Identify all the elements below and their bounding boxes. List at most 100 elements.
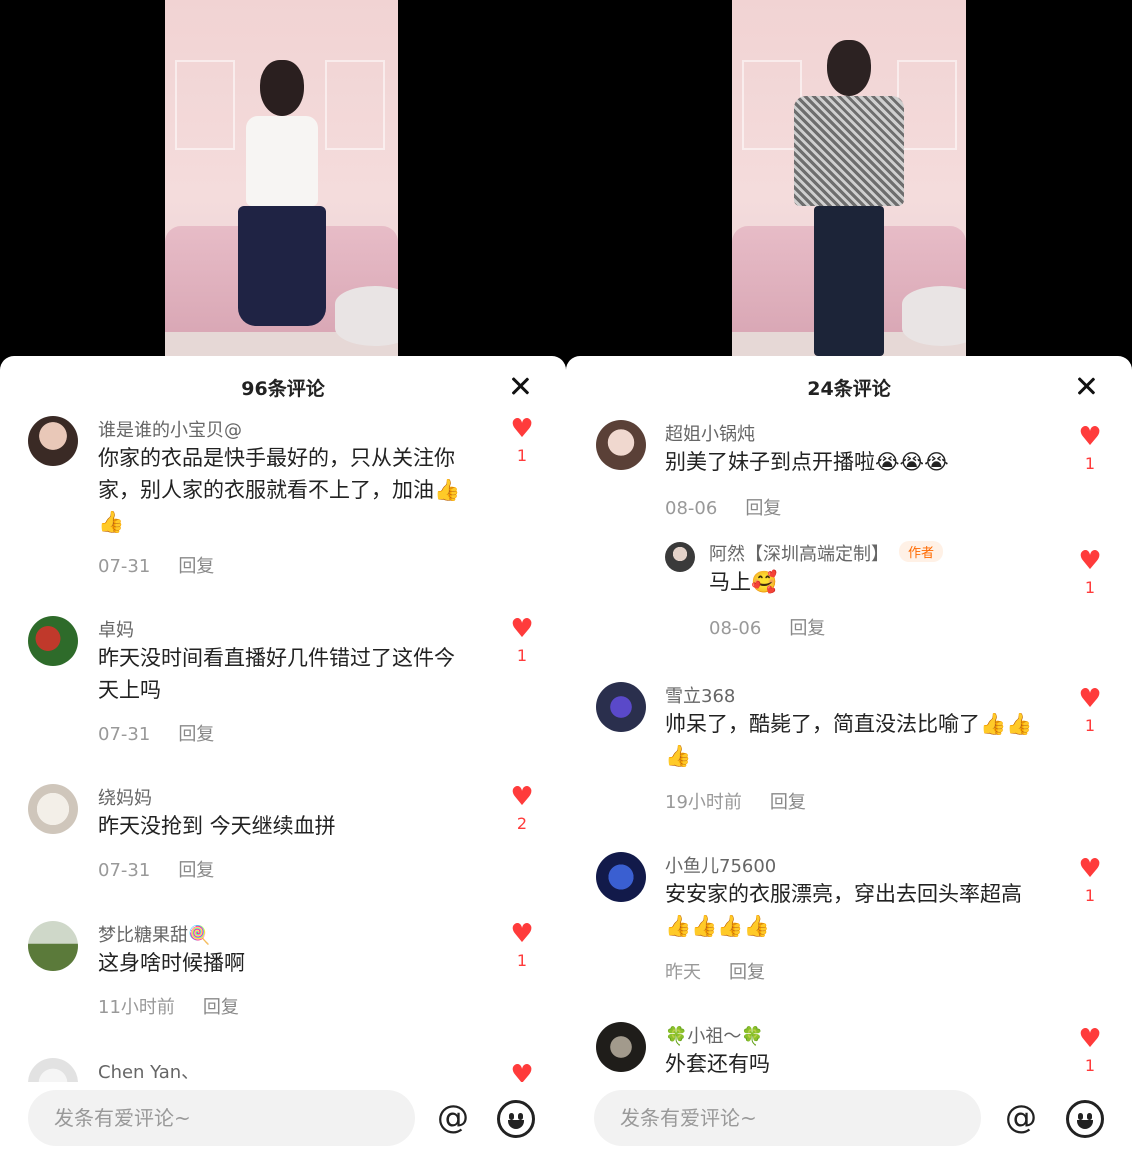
like-button[interactable]: ♥ 1 bbox=[507, 416, 537, 465]
comments-list[interactable]: 谁是谁的小宝贝@ 你家的衣品是快手最好的，只从关注你家，别人家的衣服就看不上了，… bbox=[0, 406, 566, 1082]
comment-author[interactable]: 🍀小祖～🍀 bbox=[665, 1022, 764, 1048]
like-button[interactable]: ♥ 1 bbox=[1075, 856, 1105, 905]
reply-item: 阿然【深圳高端定制】 作者 马上🥰 08-06 回复 ♥ 1 bbox=[566, 540, 1132, 650]
smiley-mouth bbox=[508, 1120, 524, 1129]
avatar[interactable] bbox=[28, 921, 78, 971]
left-screen: 96条评论 谁是谁的小宝贝@ 你家的衣品是快手最好的，只从关注你家，别人家的衣服… bbox=[0, 0, 566, 1164]
heart-icon[interactable]: ♥ bbox=[510, 414, 533, 444]
reply-button[interactable]: 回复 bbox=[745, 498, 781, 519]
model-head bbox=[827, 40, 871, 96]
like-button[interactable]: ♥ 1 bbox=[507, 921, 537, 970]
reply-button[interactable]: 回复 bbox=[789, 618, 825, 639]
comment-item: 超姐小锅炖 别美了妹子到点开播啦😭😭😭 08-06 回复 ♥ 1 bbox=[566, 420, 1132, 530]
comment-input[interactable]: 发条有爱评论~ bbox=[594, 1090, 981, 1146]
comment-item: 小鱼儿75600 安安家的衣服漂亮，穿出去回头率超高👍👍👍👍 昨天 回复 ♥ 1 bbox=[566, 852, 1132, 992]
comment-meta: 07-31 回复 bbox=[98, 720, 214, 746]
heart-icon[interactable]: ♥ bbox=[1078, 546, 1101, 576]
comment-text: 昨天没抢到 今天继续血拼 bbox=[98, 814, 336, 838]
heart-icon[interactable]: ♥ bbox=[1078, 684, 1101, 714]
comment-item: Chen Yan、 ♥ bbox=[0, 1058, 566, 1082]
like-count: 1 bbox=[516, 951, 528, 970]
model-figure bbox=[237, 60, 327, 326]
comments-count-title: 96条评论 bbox=[241, 378, 325, 400]
comment-author[interactable]: 梦比糖果甜🍭 bbox=[98, 921, 210, 947]
like-count: 2 bbox=[516, 814, 528, 833]
avatar[interactable] bbox=[28, 416, 78, 466]
like-count: 1 bbox=[1084, 886, 1096, 905]
reply-button[interactable]: 回复 bbox=[178, 556, 214, 577]
comment-item: 谁是谁的小宝贝@ 你家的衣品是快手最好的，只从关注你家，别人家的衣服就看不上了，… bbox=[0, 416, 566, 596]
avatar[interactable] bbox=[596, 1022, 646, 1072]
like-count: 1 bbox=[1084, 578, 1096, 597]
close-icon[interactable] bbox=[508, 374, 532, 398]
comment-input-bar: 发条有爱评论~ @ bbox=[566, 1082, 1132, 1164]
avatar[interactable] bbox=[596, 682, 646, 732]
close-icon[interactable] bbox=[1074, 374, 1098, 398]
comments-sheet: 96条评论 谁是谁的小宝贝@ 你家的衣品是快手最好的，只从关注你家，别人家的衣服… bbox=[0, 356, 566, 1164]
comment-date: 08-06 bbox=[709, 618, 762, 639]
smiley-icon[interactable] bbox=[1066, 1100, 1104, 1138]
model-figure bbox=[794, 40, 904, 356]
comment-meta: 07-31 回复 bbox=[98, 856, 214, 882]
like-button[interactable]: ♥ 1 bbox=[1075, 548, 1105, 597]
comment-text: 昨天没时间看直播好几件错过了这件今天上吗 bbox=[98, 646, 455, 702]
comment-date: 07-31 bbox=[98, 860, 151, 881]
like-button[interactable]: ♥ 2 bbox=[507, 784, 537, 833]
comment-date: 07-31 bbox=[98, 724, 151, 745]
reply-button[interactable]: 回复 bbox=[770, 792, 806, 813]
comment-text: 这身啥时候播啊 bbox=[98, 951, 245, 975]
comments-count-title: 24条评论 bbox=[807, 378, 891, 400]
like-button[interactable]: ♥ bbox=[507, 1062, 537, 1082]
comment-meta: 08-06 回复 bbox=[709, 614, 825, 640]
heart-icon[interactable]: ♥ bbox=[510, 1060, 533, 1082]
comment-input-bar: 发条有爱评论~ @ bbox=[0, 1082, 566, 1164]
reply-button[interactable]: 回复 bbox=[729, 962, 765, 983]
heart-icon[interactable]: ♥ bbox=[510, 782, 533, 812]
comment-item: 雪立368 帅呆了，酷毙了，简直没法比喻了👍👍👍 19小时前 回复 ♥ 1 bbox=[566, 682, 1132, 822]
like-count: 1 bbox=[1084, 716, 1096, 735]
reply-button[interactable]: 回复 bbox=[178, 860, 214, 881]
like-button[interactable]: ♥ 1 bbox=[507, 616, 537, 665]
heart-icon[interactable]: ♥ bbox=[1078, 1024, 1101, 1054]
comment-author[interactable]: 雪立368 bbox=[665, 682, 735, 708]
comment-author[interactable]: 谁是谁的小宝贝@ bbox=[98, 416, 242, 442]
reply-button[interactable]: 回复 bbox=[203, 997, 239, 1018]
heart-icon[interactable]: ♥ bbox=[1078, 422, 1101, 452]
avatar[interactable] bbox=[596, 852, 646, 902]
white-top bbox=[245, 116, 318, 206]
avatar[interactable] bbox=[28, 616, 78, 666]
comment-date: 19小时前 bbox=[665, 792, 742, 813]
comment-item: 绕妈妈 昨天没抢到 今天继续血拼 07-31 回复 ♥ 2 bbox=[0, 784, 566, 884]
heart-icon[interactable]: ♥ bbox=[510, 614, 533, 644]
comment-author[interactable]: 卓妈 bbox=[98, 616, 134, 642]
avatar[interactable] bbox=[28, 784, 78, 834]
like-button[interactable]: ♥ 1 bbox=[1075, 1026, 1105, 1075]
reply-button[interactable]: 回复 bbox=[178, 724, 214, 745]
at-icon[interactable]: @ bbox=[434, 1100, 472, 1138]
avatar[interactable] bbox=[28, 1058, 78, 1082]
comment-author[interactable]: 阿然【深圳高端定制】 作者 bbox=[709, 540, 944, 566]
model-head bbox=[259, 60, 304, 116]
tweed-jacket bbox=[794, 96, 904, 206]
smiley-icon[interactable] bbox=[497, 1100, 535, 1138]
avatar[interactable] bbox=[596, 420, 646, 470]
like-button[interactable]: ♥ 1 bbox=[1075, 424, 1105, 473]
comment-input[interactable]: 发条有爱评论~ bbox=[28, 1090, 415, 1146]
comment-meta: 19小时前 回复 bbox=[665, 788, 806, 814]
at-icon[interactable]: @ bbox=[1002, 1100, 1040, 1138]
video-player[interactable] bbox=[165, 0, 398, 356]
like-button[interactable]: ♥ 1 bbox=[1075, 686, 1105, 735]
comment-author[interactable]: 绕妈妈 bbox=[98, 784, 152, 810]
avatar[interactable] bbox=[665, 542, 695, 572]
comment-item: 卓妈 昨天没时间看直播好几件错过了这件今天上吗 07-31 回复 ♥ 1 bbox=[0, 616, 566, 746]
comment-author[interactable]: Chen Yan、 bbox=[98, 1058, 199, 1082]
video-player[interactable] bbox=[732, 0, 966, 356]
comment-text: 马上🥰 bbox=[709, 570, 778, 594]
heart-icon[interactable]: ♥ bbox=[1078, 854, 1101, 884]
comment-author[interactable]: 小鱼儿75600 bbox=[665, 852, 776, 878]
comment-date: 昨天 bbox=[665, 962, 701, 983]
reply-author-name[interactable]: 阿然【深圳高端定制】 bbox=[709, 544, 889, 565]
comment-author[interactable]: 超姐小锅炖 bbox=[665, 420, 755, 446]
comments-list[interactable]: 超姐小锅炖 别美了妹子到点开播啦😭😭😭 08-06 回复 ♥ 1 阿然【深圳高端定… bbox=[566, 406, 1132, 1082]
heart-icon[interactable]: ♥ bbox=[510, 919, 533, 949]
